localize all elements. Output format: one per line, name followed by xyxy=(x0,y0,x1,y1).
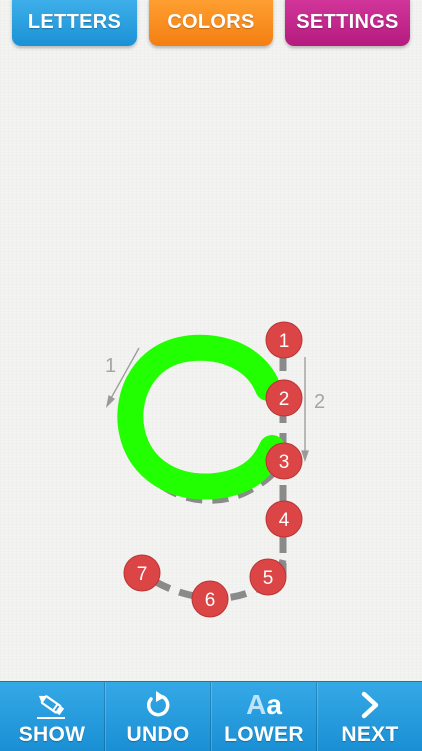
dot-7[interactable]: 7 xyxy=(123,554,161,592)
dot-5[interactable]: 5 xyxy=(249,558,287,596)
dot-2[interactable]: 2 xyxy=(265,379,303,417)
dot-4-label: 4 xyxy=(279,510,290,531)
chevron-right-icon xyxy=(358,688,382,722)
dot-6[interactable]: 6 xyxy=(191,580,229,618)
dot-1-label: 1 xyxy=(279,331,290,352)
lower-button[interactable]: Aa LOWER xyxy=(211,682,317,751)
aa-icon-upper: A xyxy=(246,689,267,720)
undo-button[interactable]: UNDO xyxy=(105,682,211,751)
undo-arrow-icon xyxy=(142,688,174,722)
dot-6-label: 6 xyxy=(205,590,216,611)
stroke-arrow-2 xyxy=(301,357,309,463)
dot-4[interactable]: 4 xyxy=(265,500,303,538)
bottom-toolbar: SHOW UNDO Aa LOWER NEXT xyxy=(0,681,422,751)
show-button[interactable]: SHOW xyxy=(0,682,105,751)
next-button[interactable]: NEXT xyxy=(317,682,422,751)
tracing-canvas[interactable]: 1 2 1 2 3 4 5 6 7 xyxy=(0,0,422,750)
stroke-number-1: 1 xyxy=(105,355,116,377)
stroke-number-2: 2 xyxy=(314,391,325,413)
traced-stroke xyxy=(117,334,285,500)
show-label: SHOW xyxy=(18,723,86,746)
dot-5-label: 5 xyxy=(263,568,274,589)
aa-icon-lower: a xyxy=(266,689,282,720)
dot-7-label: 7 xyxy=(137,564,148,585)
lower-label: LOWER xyxy=(224,723,304,746)
aa-case-icon: Aa xyxy=(246,688,282,722)
dot-3-label: 3 xyxy=(279,452,290,473)
pencil-icon xyxy=(35,688,69,722)
dot-1[interactable]: 1 xyxy=(265,321,303,359)
dot-2-label: 2 xyxy=(279,389,290,410)
dot-3[interactable]: 3 xyxy=(265,442,303,480)
undo-label: UNDO xyxy=(126,723,190,746)
next-label: NEXT xyxy=(341,723,399,746)
